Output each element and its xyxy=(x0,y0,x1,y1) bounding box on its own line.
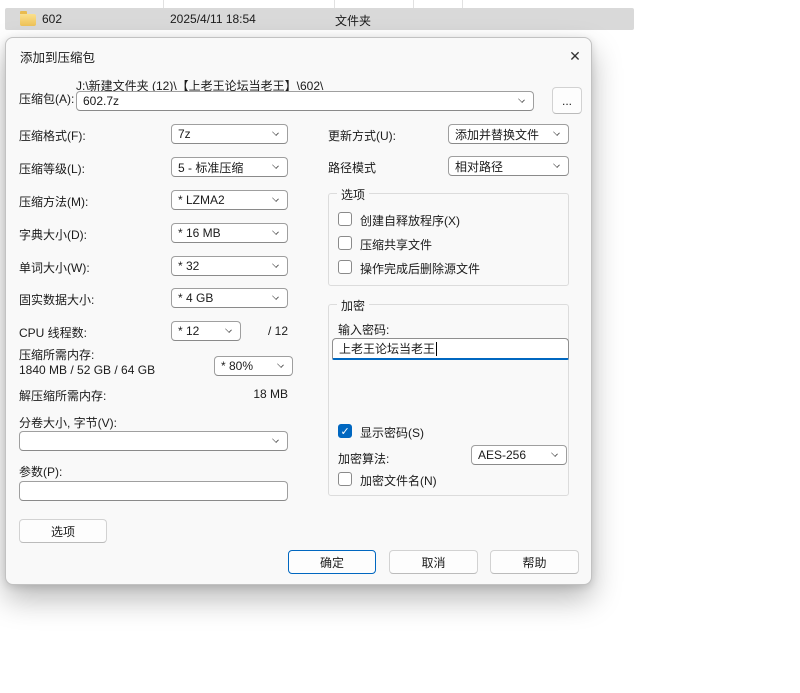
browse-button[interactable]: ... xyxy=(552,87,582,114)
chevron-down-icon xyxy=(225,326,232,333)
create-sfx-checkbox[interactable] xyxy=(338,212,352,226)
parameters-input[interactable] xyxy=(19,481,288,501)
close-icon[interactable]: ✕ xyxy=(562,43,588,69)
chevron-down-icon xyxy=(553,161,560,168)
encrypt-filenames-label: 加密文件名(N) xyxy=(360,474,437,488)
volume-size-combo[interactable] xyxy=(19,431,288,451)
options-button[interactable]: 选项 xyxy=(19,519,107,543)
update-mode-label: 更新方式(U): xyxy=(328,129,396,143)
method-label: 压缩方法(M): xyxy=(19,195,89,209)
cpu-threads-total: / 12 xyxy=(268,324,289,338)
archive-label: 压缩包(A): xyxy=(19,92,75,106)
archive-name-combo[interactable]: 602.7z xyxy=(76,91,534,111)
chevron-down-icon xyxy=(553,129,560,136)
word-size-combo[interactable]: * 32 xyxy=(171,256,288,276)
cancel-button[interactable]: 取消 xyxy=(389,550,478,574)
delete-after-label: 操作完成后删除源文件 xyxy=(360,262,481,276)
column-divider xyxy=(334,0,335,8)
chevron-down-icon xyxy=(551,450,558,457)
solid-block-combo[interactable]: * 4 GB xyxy=(171,288,288,308)
level-combo[interactable]: 5 - 标准压缩 xyxy=(171,157,288,177)
chevron-down-icon xyxy=(272,436,279,443)
cpu-threads-label: CPU 线程数: xyxy=(19,326,88,340)
password-input[interactable]: 上老王论坛当老王 xyxy=(332,338,569,360)
chevron-down-icon xyxy=(272,228,279,235)
dialog-title: 添加到压缩包 xyxy=(20,51,96,65)
text-cursor xyxy=(436,341,438,356)
help-button[interactable]: 帮助 xyxy=(490,550,579,574)
chevron-down-icon xyxy=(272,293,279,300)
password-label: 输入密码: xyxy=(338,323,390,337)
column-divider xyxy=(462,0,463,8)
options-group-title: 选项 xyxy=(337,186,370,203)
parameters-label: 参数(P): xyxy=(19,465,63,479)
column-divider xyxy=(413,0,414,8)
ok-button[interactable]: 确定 xyxy=(288,550,376,574)
memory-decompress-label: 解压缩所需内存: xyxy=(19,389,107,403)
level-label: 压缩等级(L): xyxy=(19,162,86,176)
encryption-method-combo[interactable]: AES-256 xyxy=(471,445,567,465)
memory-decompress-value: 18 MB xyxy=(253,387,288,401)
folder-icon xyxy=(20,11,36,26)
chevron-down-icon xyxy=(272,162,279,169)
dictionary-label: 字典大小(D): xyxy=(19,228,87,242)
file-date-modified: 2025/4/11 18:54 xyxy=(170,12,256,26)
method-combo[interactable]: * LZMA2 xyxy=(171,190,288,210)
chevron-down-icon xyxy=(518,96,525,103)
screen: 602 2025/4/11 18:54 文件夹 添加到压缩包 ✕ 压缩包(A):… xyxy=(0,0,800,693)
file-row-selected[interactable]: 602 2025/4/11 18:54 文件夹 xyxy=(5,8,634,30)
add-to-archive-dialog: 添加到压缩包 ✕ 压缩包(A): J:\新建文件夹 (12)\【上老王论坛当老王… xyxy=(5,37,592,585)
chevron-down-icon xyxy=(272,261,279,268)
chevron-down-icon xyxy=(277,361,284,368)
word-size-label: 单词大小(W): xyxy=(19,261,90,275)
file-type: 文件夹 xyxy=(335,14,372,28)
format-label: 压缩格式(F): xyxy=(19,129,86,143)
path-mode-label: 路径模式 xyxy=(328,161,377,175)
memory-compress-detail: 1840 MB / 52 GB / 64 GB xyxy=(19,363,156,377)
format-combo[interactable]: 7z xyxy=(171,124,288,144)
column-divider xyxy=(163,0,164,8)
encrypt-filenames-checkbox[interactable] xyxy=(338,472,352,486)
show-password-checkbox[interactable] xyxy=(338,424,352,438)
cpu-threads-combo[interactable]: * 12 xyxy=(171,321,241,341)
dictionary-combo[interactable]: * 16 MB xyxy=(171,223,288,243)
chevron-down-icon xyxy=(272,129,279,136)
delete-after-checkbox[interactable] xyxy=(338,260,352,274)
memory-usage-combo[interactable]: * 80% xyxy=(214,356,293,376)
show-password-label: 显示密码(S) xyxy=(360,426,424,440)
encryption-method-label: 加密算法: xyxy=(338,452,390,466)
create-sfx-label: 创建自释放程序(X) xyxy=(360,214,460,228)
solid-block-label: 固实数据大小: xyxy=(19,293,95,307)
password-value: 上老王论坛当老王 xyxy=(339,342,436,356)
update-mode-combo[interactable]: 添加并替换文件 xyxy=(448,124,569,144)
encryption-group-title: 加密 xyxy=(337,297,370,314)
file-name: 602 xyxy=(42,12,63,26)
compress-shared-label: 压缩共享文件 xyxy=(360,238,433,252)
compress-shared-checkbox[interactable] xyxy=(338,236,352,250)
file-explorer-background: 602 2025/4/11 18:54 文件夹 xyxy=(0,0,800,37)
memory-compress-label: 压缩所需内存: xyxy=(19,348,95,362)
chevron-down-icon xyxy=(272,195,279,202)
path-mode-combo[interactable]: 相对路径 xyxy=(448,156,569,176)
volume-size-label: 分卷大小, 字节(V): xyxy=(19,416,117,430)
